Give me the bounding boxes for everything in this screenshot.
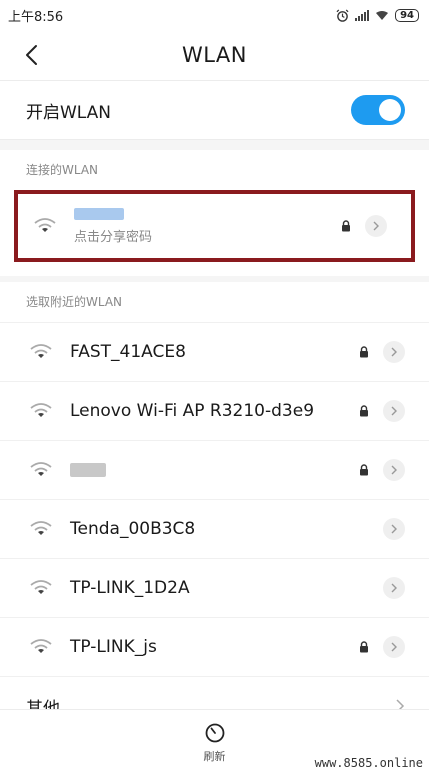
wifi-network-name: Tenda_00B3C8: [70, 519, 196, 539]
wifi-network-row[interactable]: TP-LINK_js: [0, 617, 429, 676]
lock-icon: [360, 405, 368, 417]
alarm-icon: [336, 9, 349, 22]
status-bar: 上午8:56 94: [0, 0, 429, 30]
lock-icon: [360, 346, 368, 358]
wlan-toggle-switch[interactable]: [351, 95, 405, 125]
nearby-network-list: FAST_41ACE8 Lenovo Wi-Fi AP R3210-d3e9 T…: [0, 322, 429, 676]
wifi-network-row[interactable]: Lenovo Wi-Fi AP R3210-d3e9: [0, 381, 429, 440]
lock-icon: [360, 641, 368, 653]
blurred-network-name: [74, 207, 124, 220]
lock-icon: [360, 464, 368, 476]
lock-icon: [342, 220, 350, 232]
back-arrow-icon[interactable]: [22, 43, 42, 67]
network-details-button[interactable]: [383, 577, 405, 599]
status-time: 上午8:56: [8, 9, 64, 25]
section-divider: [0, 140, 429, 150]
wifi-network-name: TP-LINK_js: [70, 637, 157, 657]
network-details-button[interactable]: [383, 459, 405, 481]
connected-network-text: 点击分享密码: [74, 207, 341, 245]
wifi-network-row[interactable]: TP-LINK_1D2A: [0, 558, 429, 617]
wifi-network-row[interactable]: Tenda_00B3C8: [0, 499, 429, 558]
network-details-button[interactable]: [383, 636, 405, 658]
chevron-right-icon: [391, 347, 397, 357]
wifi-network-name: FAST_41ACE8: [70, 342, 186, 362]
wifi-network-row[interactable]: FAST_41ACE8: [0, 322, 429, 381]
watermark-text: www.8585.online: [314, 756, 423, 770]
wifi-signal-icon: [30, 462, 52, 476]
toggle-knob: [379, 99, 401, 121]
wifi-signal-icon: [34, 218, 56, 232]
wifi-signal-icon: [30, 639, 52, 653]
battery-indicator: 94: [395, 8, 419, 22]
chevron-right-icon: [391, 642, 397, 652]
page-title: WLAN: [181, 43, 248, 67]
chevron-right-icon: [391, 524, 397, 534]
wifi-signal-icon: [30, 521, 52, 535]
wlan-toggle-label: 开启WLAN: [26, 102, 112, 123]
navigation-bar: WLAN: [0, 30, 429, 81]
chevron-right-icon: [391, 465, 397, 475]
connected-network-row[interactable]: 点击分享密码: [14, 190, 415, 262]
wifi-network-row[interactable]: [0, 440, 429, 499]
connected-section-header: 连接的WLAN: [0, 150, 429, 190]
network-details-button[interactable]: [365, 215, 387, 237]
refresh-icon[interactable]: [204, 722, 226, 744]
status-icons: 94: [336, 8, 419, 22]
wifi-signal-icon: [30, 344, 52, 358]
wifi-network-name: TP-LINK_1D2A: [70, 578, 190, 598]
wlan-toggle-row[interactable]: 开启WLAN: [0, 81, 429, 140]
wifi-network-name: [70, 463, 359, 477]
chevron-right-icon: [391, 406, 397, 416]
wifi-signal-icon: [30, 403, 52, 417]
signal-icon: [355, 9, 370, 21]
nearby-section-header: 选取附近的WLAN: [0, 282, 429, 322]
chevron-right-icon: [373, 221, 379, 231]
refresh-label: 刷新: [203, 750, 226, 763]
chevron-right-icon: [391, 583, 397, 593]
network-details-button[interactable]: [383, 518, 405, 540]
network-details-button[interactable]: [383, 341, 405, 363]
wifi-network-name: Lenovo Wi-Fi AP R3210-d3e9: [70, 401, 315, 421]
wifi-status-icon: [376, 10, 389, 20]
network-details-button[interactable]: [383, 400, 405, 422]
wifi-signal-icon: [30, 580, 52, 594]
share-password-hint: 点击分享密码: [74, 229, 153, 245]
blurred-network-name: [70, 463, 106, 477]
